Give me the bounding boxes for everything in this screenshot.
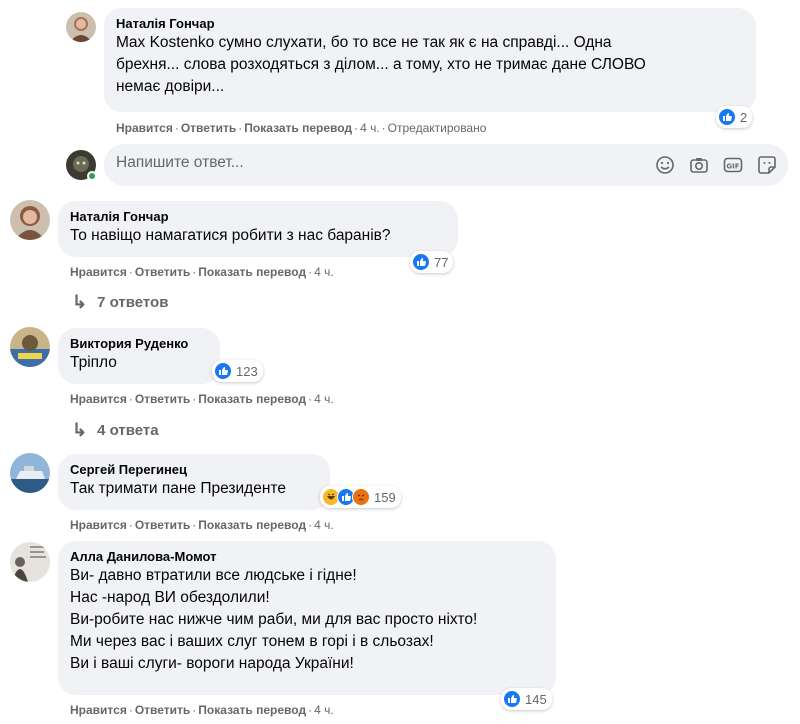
comment-bubble: Наталія Гончар Max Kostenko сумно слухат… bbox=[104, 8, 756, 112]
reply-link[interactable]: Ответить bbox=[181, 121, 236, 135]
reply-arrow-icon: ↳ bbox=[72, 292, 88, 312]
like-icon bbox=[718, 108, 736, 126]
like-link[interactable]: Нравится bbox=[116, 121, 173, 135]
like-icon bbox=[412, 253, 430, 271]
comment-actions: Нравится · Ответить · Показать перевод · 4 ч. bbox=[70, 265, 334, 279]
reaction-summary[interactable]: 123 bbox=[212, 360, 263, 382]
online-indicator bbox=[87, 171, 97, 181]
avatar[interactable] bbox=[10, 453, 50, 493]
timestamp[interactable]: 4 ч. bbox=[314, 392, 334, 406]
reaction-count: 77 bbox=[434, 254, 449, 270]
reply-link[interactable]: Ответить bbox=[135, 703, 190, 717]
comment-actions: Нравится · Ответить · Показать перевод · 4 ч. bbox=[70, 518, 334, 532]
reaction-summary[interactable]: 159 bbox=[320, 486, 401, 508]
timestamp[interactable]: 4 ч. bbox=[314, 703, 334, 717]
comment-text: немає довіри... bbox=[116, 78, 225, 95]
comment-author[interactable]: Сергей Перегинец bbox=[70, 462, 318, 478]
comment-text: Ви-робите нас нижче чим раби, ми для вас… bbox=[70, 611, 478, 628]
like-icon bbox=[503, 690, 521, 708]
like-link[interactable]: Нравится bbox=[70, 392, 127, 406]
timestamp[interactable]: 4 ч. bbox=[314, 518, 334, 532]
comment-text: Ми через вас і ваших слуг тонем в горі і… bbox=[70, 633, 434, 650]
reaction-count: 123 bbox=[236, 363, 258, 379]
reaction-summary[interactable]: 145 bbox=[501, 688, 552, 710]
replies-count[interactable]: 4 ответа bbox=[97, 422, 159, 439]
angry-icon bbox=[352, 488, 370, 506]
reaction-count: 2 bbox=[740, 109, 748, 125]
comment-actions: Нравится · Ответить · Показать перевод · 4 ч. bbox=[70, 703, 334, 717]
translate-link[interactable]: Показать перевод bbox=[198, 392, 306, 406]
translate-link[interactable]: Показать перевод bbox=[198, 703, 306, 717]
comment-bubble: Виктория Руденко Тріпло bbox=[58, 328, 220, 384]
reaction-summary[interactable]: 2 bbox=[716, 106, 753, 128]
comment-text: Тріпло bbox=[70, 354, 117, 371]
comment-bubble: Наталія Гончар То навіщо намагатися роби… bbox=[58, 201, 458, 257]
reply-link[interactable]: Ответить bbox=[135, 518, 190, 532]
comment-bubble: Алла Данилова-Момот Ви- давно втратили в… bbox=[58, 541, 556, 695]
reply-link[interactable]: Ответить bbox=[135, 265, 190, 279]
comment-author[interactable]: Наталія Гончар bbox=[70, 209, 446, 225]
emoji-icon[interactable] bbox=[654, 154, 676, 176]
comment-author[interactable]: Виктория Руденко bbox=[70, 336, 208, 352]
camera-icon[interactable] bbox=[688, 154, 710, 176]
reply-input[interactable] bbox=[116, 154, 636, 172]
reaction-count: 159 bbox=[374, 489, 396, 505]
edited-label: Отредактировано bbox=[387, 121, 487, 135]
like-link[interactable]: Нравится bbox=[70, 703, 127, 717]
avatar[interactable] bbox=[66, 12, 96, 42]
comment-text: Max Kostenko сумно слухати, бо то все не… bbox=[116, 34, 612, 51]
comment-text: Нас -народ ВИ обездолили! bbox=[70, 589, 270, 606]
view-replies-link[interactable]: ↳ 7 ответов bbox=[72, 292, 168, 313]
comment-text: Так тримати пане Президенте bbox=[70, 480, 286, 497]
view-replies-link[interactable]: ↳ 4 ответа bbox=[72, 420, 159, 441]
comment-actions: Нравится · Ответить · Показать перевод · 4 ч. bbox=[70, 392, 334, 406]
reply-link[interactable]: Ответить bbox=[135, 392, 190, 406]
like-link[interactable]: Нравится bbox=[70, 265, 127, 279]
comment-text: То навіщо намагатися робити з нас барані… bbox=[70, 227, 391, 244]
comment-bubble: Сергей Перегинец Так тримати пане Презид… bbox=[58, 454, 330, 510]
comment-text: Ви- давно втратили все людське і гідне! bbox=[70, 567, 357, 584]
comment-actions: Нравится · Ответить · Показать перевод · 4 ч. ·… bbox=[116, 121, 487, 135]
translate-link[interactable]: Показать перевод bbox=[198, 518, 306, 532]
translate-link[interactable]: Показать перевод bbox=[244, 121, 352, 135]
avatar[interactable] bbox=[10, 327, 50, 367]
replies-count[interactable]: 7 ответов bbox=[97, 294, 168, 311]
comment-author[interactable]: Наталія Гончар bbox=[116, 16, 744, 32]
svg-text:GIF: GIF bbox=[726, 163, 739, 171]
avatar[interactable] bbox=[10, 542, 50, 582]
like-link[interactable]: Нравится bbox=[70, 518, 127, 532]
timestamp[interactable]: 4 ч. bbox=[360, 121, 380, 135]
comment-text: брехня... слова розходяться з ділом... а… bbox=[116, 56, 646, 73]
avatar[interactable] bbox=[10, 200, 50, 240]
sticker-icon[interactable] bbox=[756, 154, 778, 176]
gif-icon[interactable]: GIF bbox=[722, 154, 744, 176]
reaction-summary[interactable]: 77 bbox=[410, 251, 454, 273]
comment-text: Ви і ваші слуги- вороги народа України! bbox=[70, 655, 354, 672]
like-icon bbox=[214, 362, 232, 380]
translate-link[interactable]: Показать перевод bbox=[198, 265, 306, 279]
reply-field[interactable]: GIF bbox=[104, 144, 788, 186]
reaction-count: 145 bbox=[525, 691, 547, 707]
timestamp[interactable]: 4 ч. bbox=[314, 265, 334, 279]
reply-arrow-icon: ↳ bbox=[72, 420, 88, 440]
comment-author[interactable]: Алла Данилова-Момот bbox=[70, 549, 544, 565]
